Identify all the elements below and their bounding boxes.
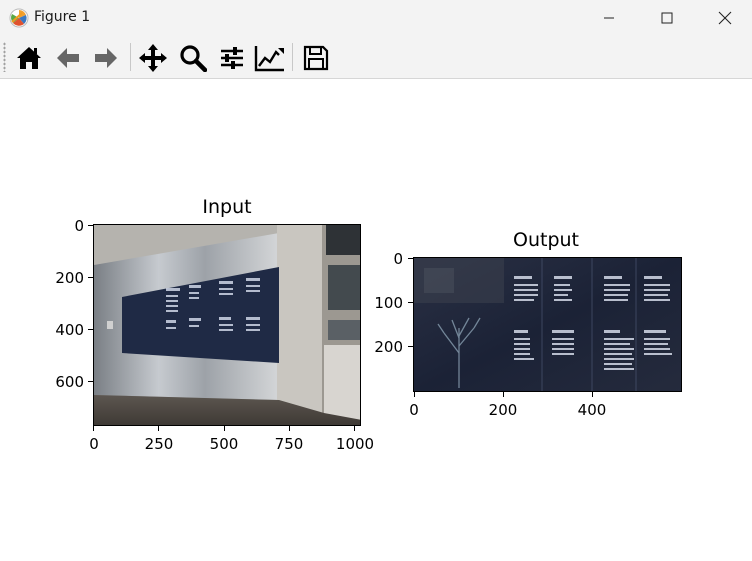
y-tick-label: 600: [55, 373, 84, 391]
edit-axes-icon: [254, 46, 284, 72]
y-tick-label: 200: [374, 338, 403, 356]
input-photo-svg: [94, 225, 360, 425]
edit-axes-button[interactable]: [254, 42, 286, 74]
close-icon: [718, 11, 732, 25]
x-tick-label: 200: [488, 401, 518, 419]
y-tick-mark: [408, 346, 413, 347]
x-tick-label: 750: [274, 435, 304, 453]
x-tick-label: 500: [209, 435, 239, 453]
x-tick-mark: [93, 426, 94, 431]
minimize-icon: [604, 17, 614, 19]
x-tick-mark: [503, 392, 504, 397]
title-bar: Figure 1: [0, 0, 752, 36]
y-tick-label: 400: [55, 321, 84, 339]
x-tick-mark: [592, 392, 593, 397]
forward-button[interactable]: [90, 42, 122, 74]
output-image[interactable]: [413, 257, 682, 392]
save-button[interactable]: [300, 42, 332, 74]
navigation-toolbar: [0, 36, 752, 79]
x-tick-label: 0: [89, 435, 99, 453]
input-image[interactable]: [93, 224, 361, 426]
y-tick-label: 200: [55, 269, 84, 287]
minimize-button[interactable]: [580, 0, 638, 36]
back-button[interactable]: [52, 42, 84, 74]
x-tick-label: 250: [144, 435, 174, 453]
zoom-icon: [180, 45, 207, 72]
x-tick-label: 0: [409, 401, 419, 419]
output-photo-svg: [414, 258, 681, 391]
y-tick-label: 100: [374, 294, 403, 312]
maximize-icon: [661, 12, 673, 24]
toolbar-separator: [130, 43, 131, 71]
x-tick-mark: [224, 426, 225, 431]
configure-subplots-button[interactable]: [216, 42, 248, 74]
forward-arrow-icon: [95, 48, 117, 68]
x-tick-label: 400: [577, 401, 607, 419]
back-arrow-icon: [57, 48, 79, 68]
x-tick-mark: [414, 392, 415, 397]
matplotlib-logo-icon: [9, 8, 29, 28]
window-title: Figure 1: [34, 9, 91, 25]
x-tick-mark: [158, 426, 159, 431]
y-tick-mark: [88, 381, 93, 382]
x-tick-mark: [289, 426, 290, 431]
y-tick-label: 0: [393, 250, 403, 268]
home-icon: [17, 47, 41, 69]
y-tick-mark: [408, 258, 413, 259]
toolbar-separator: [292, 43, 293, 71]
x-tick-label: 1000: [335, 435, 375, 453]
home-button[interactable]: [13, 42, 45, 74]
zoom-button[interactable]: [177, 42, 209, 74]
figure-canvas[interactable]: Input 0 250 500 750 1000 0 200 400 600 O…: [0, 79, 752, 561]
y-tick-label: 0: [74, 217, 84, 235]
y-tick-mark: [408, 302, 413, 303]
pan-button[interactable]: [137, 42, 169, 74]
y-tick-mark: [88, 329, 93, 330]
maximize-button[interactable]: [638, 0, 696, 36]
save-icon: [303, 45, 329, 71]
toolbar-grip[interactable]: [3, 42, 6, 72]
y-tick-mark: [88, 277, 93, 278]
output-axes-title: Output: [513, 229, 579, 251]
x-tick-mark: [354, 426, 355, 431]
configure-subplots-icon: [221, 47, 243, 69]
input-axes-title: Input: [202, 196, 252, 218]
pan-icon: [139, 44, 167, 72]
close-button[interactable]: [696, 0, 752, 36]
y-tick-mark: [88, 225, 93, 226]
